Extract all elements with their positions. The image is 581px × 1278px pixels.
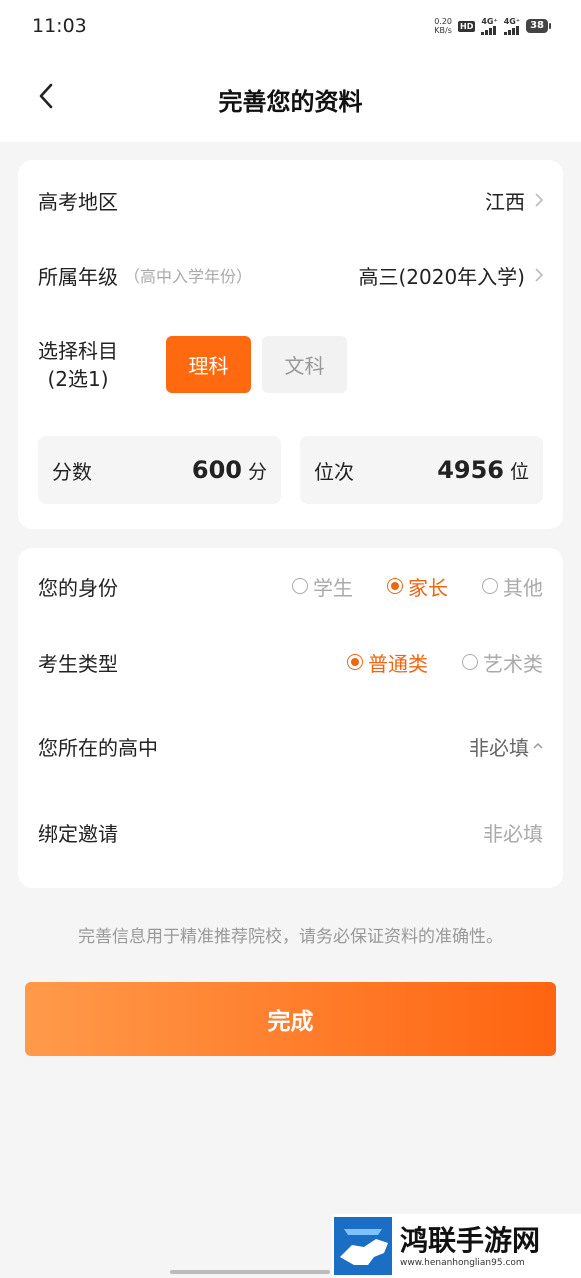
watermark: 鸿联手游网 www.henanhonglian95.com <box>332 1214 581 1278</box>
watermark-text: 鸿联手游网 www.henanhonglian95.com <box>400 1224 540 1268</box>
type-option-general[interactable]: 普通类 <box>347 648 428 677</box>
net-speed-unit: KB/s <box>434 26 452 35</box>
chevron-up-icon <box>533 742 543 750</box>
net-speed-value: 0.20 <box>434 17 453 26</box>
status-icons: 0.20 KB/s HD 4G⁺ 4G⁺ 38 <box>434 17 551 35</box>
notice-text: 完善信息用于精准推荐院校，请务必保证资料的准确性。 <box>78 927 503 947</box>
radio-selected-icon <box>387 578 403 594</box>
score-value: 600 <box>191 456 242 484</box>
radio-icon <box>462 654 478 670</box>
score-value-group: 600 分 <box>192 456 267 484</box>
grade-row[interactable]: 所属年级 （高中入学年份） 高三(2020年入学) <box>38 257 543 293</box>
battery-level: 38 <box>526 19 548 33</box>
candidate-type-radio-group: 普通类 艺术类 <box>313 648 543 677</box>
grade-label-group: 所属年级 （高中入学年份） <box>38 261 252 290</box>
chevron-right-icon <box>535 193 543 207</box>
high-school-value: 非必填 <box>469 732 543 761</box>
signal-label: 4G⁺ <box>503 16 521 26</box>
bull-logo-icon <box>334 1217 392 1275</box>
invite-row: 绑定邀请 非必填 <box>38 814 543 850</box>
radio-selected-icon <box>347 654 363 670</box>
identity-row: 您的身份 学生 家长 其他 <box>38 568 543 604</box>
high-school-value-text: 非必填 <box>469 735 529 760</box>
score-label: 分数 <box>52 459 92 484</box>
network-speed: 0.20 KB/s <box>434 17 452 35</box>
rank-label: 位次 <box>314 459 354 484</box>
type-option-label: 普通类 <box>368 651 428 676</box>
high-school-row[interactable]: 您所在的高中 非必填 <box>38 728 543 764</box>
rank-value-group: 4956 位 <box>437 456 529 484</box>
signal-label: 4G⁺ <box>481 16 498 26</box>
chevron-right-icon <box>535 268 543 282</box>
invite-label: 绑定邀请 <box>38 821 118 846</box>
region-label: 高考地区 <box>38 189 118 214</box>
radio-icon <box>292 578 308 594</box>
region-row[interactable]: 高考地区 江西 <box>38 182 543 218</box>
identity-option-label: 学生 <box>313 575 353 600</box>
rank-field[interactable]: 位次 4956 位 <box>300 436 543 504</box>
subject-label-line2: (2选1) <box>47 367 109 391</box>
score-field[interactable]: 分数 600 分 <box>38 436 281 504</box>
type-option-art[interactable]: 艺术类 <box>462 648 543 677</box>
identity-option-parent[interactable]: 家长 <box>387 572 448 601</box>
subject-option-liberal-arts[interactable]: 文科 <box>262 336 347 393</box>
watermark-title: 鸿联手游网 <box>400 1224 541 1257</box>
battery-icon: 38 <box>526 19 551 33</box>
status-time: 11:03 <box>32 15 87 37</box>
rank-value: 4956 <box>437 456 504 484</box>
exam-profile-card: 高考地区 江西 所属年级 （高中入学年份） 高三(2020年入学) 选择科目 (… <box>18 160 563 529</box>
score-unit: 分 <box>247 461 267 483</box>
radio-icon <box>482 578 498 594</box>
watermark-url: www.henanhonglian95.com <box>400 1258 525 1268</box>
grade-value: 高三(2020年入学) <box>358 261 543 290</box>
grade-value-text: 高三(2020年入学) <box>358 264 525 289</box>
high-school-label: 您所在的高中 <box>38 735 158 760</box>
subject-option-science[interactable]: 理科 <box>166 336 251 393</box>
invite-input[interactable]: 非必填 <box>483 818 543 847</box>
grade-hint: （高中入学年份） <box>124 267 253 286</box>
subject-label: 选择科目 (2选1) <box>38 337 118 393</box>
identity-option-label: 其他 <box>503 575 543 600</box>
page-title: 完善您的资料 <box>218 88 363 116</box>
hd-icon: HD <box>458 20 476 32</box>
identity-radio-group: 学生 家长 其他 <box>258 572 543 601</box>
candidate-type-label: 考生类型 <box>38 651 118 676</box>
identity-option-other[interactable]: 其他 <box>482 572 543 601</box>
grade-label: 所属年级 <box>38 264 118 289</box>
done-button[interactable]: 完成 <box>25 982 556 1056</box>
type-option-label: 艺术类 <box>483 651 543 676</box>
rank-unit: 位 <box>509 461 529 483</box>
home-indicator[interactable] <box>170 1270 330 1274</box>
candidate-type-row: 考生类型 普通类 艺术类 <box>38 644 543 680</box>
signal-icon: 4G⁺ <box>503 16 521 35</box>
status-bar: 11:03 0.20 KB/s HD 4G⁺ 4G⁺ 38 <box>0 0 581 52</box>
nav-bar: 完善您的资料 <box>0 52 581 142</box>
identity-option-student[interactable]: 学生 <box>292 572 353 601</box>
region-value: 江西 <box>485 186 543 215</box>
identity-option-label: 家长 <box>408 575 448 600</box>
signal-icon: 4G⁺ <box>481 16 498 35</box>
region-value-text: 江西 <box>485 189 525 214</box>
subject-label-line1: 选择科目 <box>38 339 118 363</box>
identity-card: 您的身份 学生 家长 其他 考生类型 普通类 艺术类 您所在的高中 非必填 绑定… <box>18 548 563 888</box>
identity-label: 您的身份 <box>38 575 118 600</box>
